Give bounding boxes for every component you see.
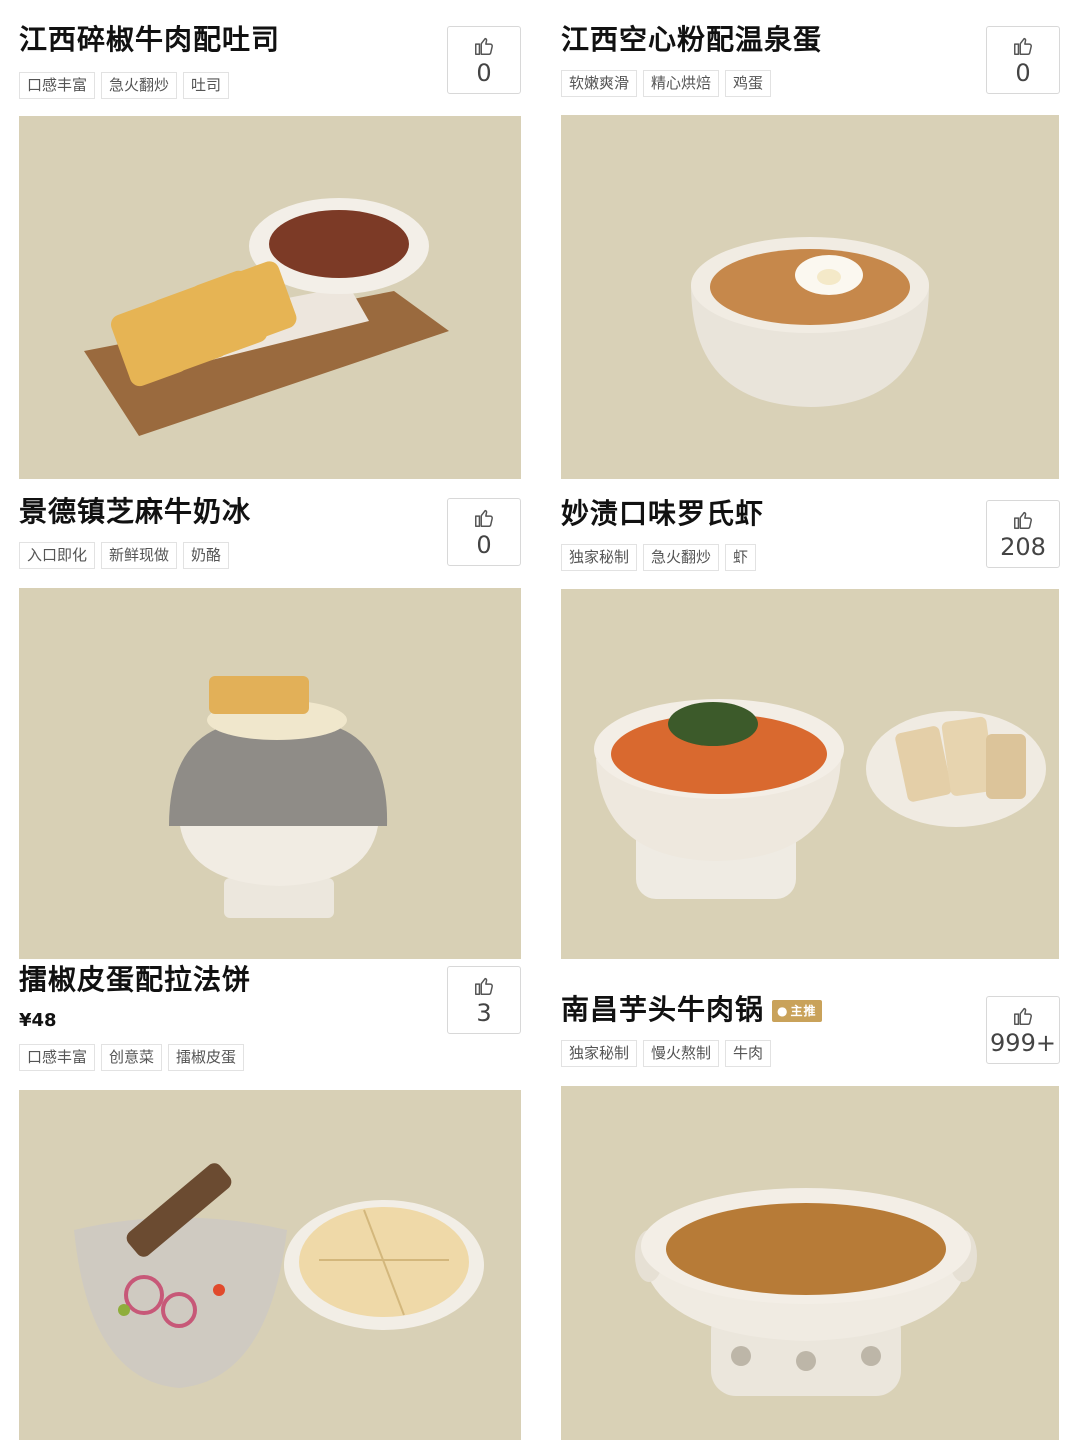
like-button[interactable]: 208: [986, 500, 1060, 568]
like-count: 0: [1015, 59, 1031, 87]
dish-card-3[interactable]: 景德镇芝麻牛奶冰 入口即化 新鲜现做 奶酪 0: [19, 490, 521, 959]
tag-list: 独家秘制 急火翻炒 虾: [561, 544, 757, 571]
dish-title-row: 南昌芋头牛肉锅 ● 主推: [561, 992, 822, 1028]
like-button[interactable]: 0: [447, 498, 521, 566]
tag-list: 口感丰富 急火翻炒 吐司: [19, 72, 230, 99]
tag: 牛肉: [725, 1040, 772, 1067]
tag: 独家秘制: [561, 1040, 638, 1067]
thumbs-up-icon: [475, 37, 493, 55]
dish-price: ¥48: [19, 1010, 57, 1031]
thumbs-up-icon: [1014, 1007, 1032, 1025]
dish-photo[interactable]: [19, 588, 521, 959]
thumbs-up-icon: [475, 509, 493, 527]
like-count: 208: [1000, 533, 1046, 561]
like-count: 999+: [990, 1029, 1056, 1057]
dish-card-1[interactable]: 江西碎椒牛肉配吐司 口感丰富 急火翻炒 吐司 0: [19, 18, 521, 479]
tag: 急火翻炒: [101, 72, 178, 99]
tag: 鸡蛋: [725, 70, 772, 97]
dish-card-6[interactable]: 南昌芋头牛肉锅 ● 主推 独家秘制 慢火熬制 牛肉 999+: [561, 962, 1060, 1440]
tag: 虾: [725, 544, 757, 571]
thumbs-up-icon: [1014, 511, 1032, 529]
tag: 软嫩爽滑: [561, 70, 638, 97]
dish-card-4[interactable]: 妙渍口味罗氏虾 独家秘制 急火翻炒 虾 208: [561, 490, 1060, 959]
dish-card-2[interactable]: 江西空心粉配温泉蛋 软嫩爽滑 精心烘焙 鸡蛋 0: [561, 18, 1060, 479]
dish-photo[interactable]: [19, 1090, 521, 1440]
tag: 吐司: [183, 72, 230, 99]
tag: 新鲜现做: [101, 542, 178, 569]
dish-photo[interactable]: [561, 1086, 1059, 1440]
dish-photo[interactable]: [561, 589, 1059, 959]
like-count: 0: [476, 59, 492, 87]
tag: 独家秘制: [561, 544, 638, 571]
tag: 奶酪: [183, 542, 230, 569]
badge-label: 主推: [790, 1004, 817, 1018]
dish-title: 江西碎椒牛肉配吐司: [19, 23, 281, 56]
fire-icon: ●: [777, 1004, 789, 1018]
like-count: 0: [476, 531, 492, 559]
like-button[interactable]: 999+: [986, 996, 1060, 1064]
featured-badge: ● 主推: [772, 1000, 822, 1022]
like-button[interactable]: 0: [447, 26, 521, 94]
tag: 急火翻炒: [643, 544, 720, 571]
tag: 入口即化: [19, 542, 96, 569]
dish-title: 景德镇芝麻牛奶冰: [19, 495, 252, 528]
tag-list: 独家秘制 慢火熬制 牛肉: [561, 1040, 772, 1067]
dish-title: 江西空心粉配温泉蛋: [561, 23, 823, 56]
dish-photo[interactable]: [19, 116, 521, 479]
like-button[interactable]: 0: [986, 26, 1060, 94]
dish-title: 妙渍口味罗氏虾: [561, 497, 765, 530]
tag-list: 软嫩爽滑 精心烘焙 鸡蛋: [561, 70, 772, 97]
thumbs-up-icon: [1014, 37, 1032, 55]
like-count: 3: [476, 999, 492, 1027]
tag: 口感丰富: [19, 72, 96, 99]
dish-title: 擂椒皮蛋配拉法饼: [19, 963, 252, 996]
tag: 创意菜: [101, 1044, 163, 1071]
tag: 精心烘焙: [643, 70, 720, 97]
dish-card-5[interactable]: 擂椒皮蛋配拉法饼 ¥48 口感丰富 创意菜 擂椒皮蛋 3: [19, 962, 521, 1440]
tag-list: 口感丰富 创意菜 擂椒皮蛋: [19, 1044, 245, 1071]
tag: 口感丰富: [19, 1044, 96, 1071]
tag: 擂椒皮蛋: [168, 1044, 245, 1071]
like-button[interactable]: 3: [447, 966, 521, 1034]
tag-list: 入口即化 新鲜现做 奶酪: [19, 542, 230, 569]
dish-photo[interactable]: [561, 115, 1059, 479]
tag: 慢火熬制: [643, 1040, 720, 1067]
thumbs-up-icon: [475, 977, 493, 995]
dish-title: 南昌芋头牛肉锅: [561, 993, 765, 1026]
